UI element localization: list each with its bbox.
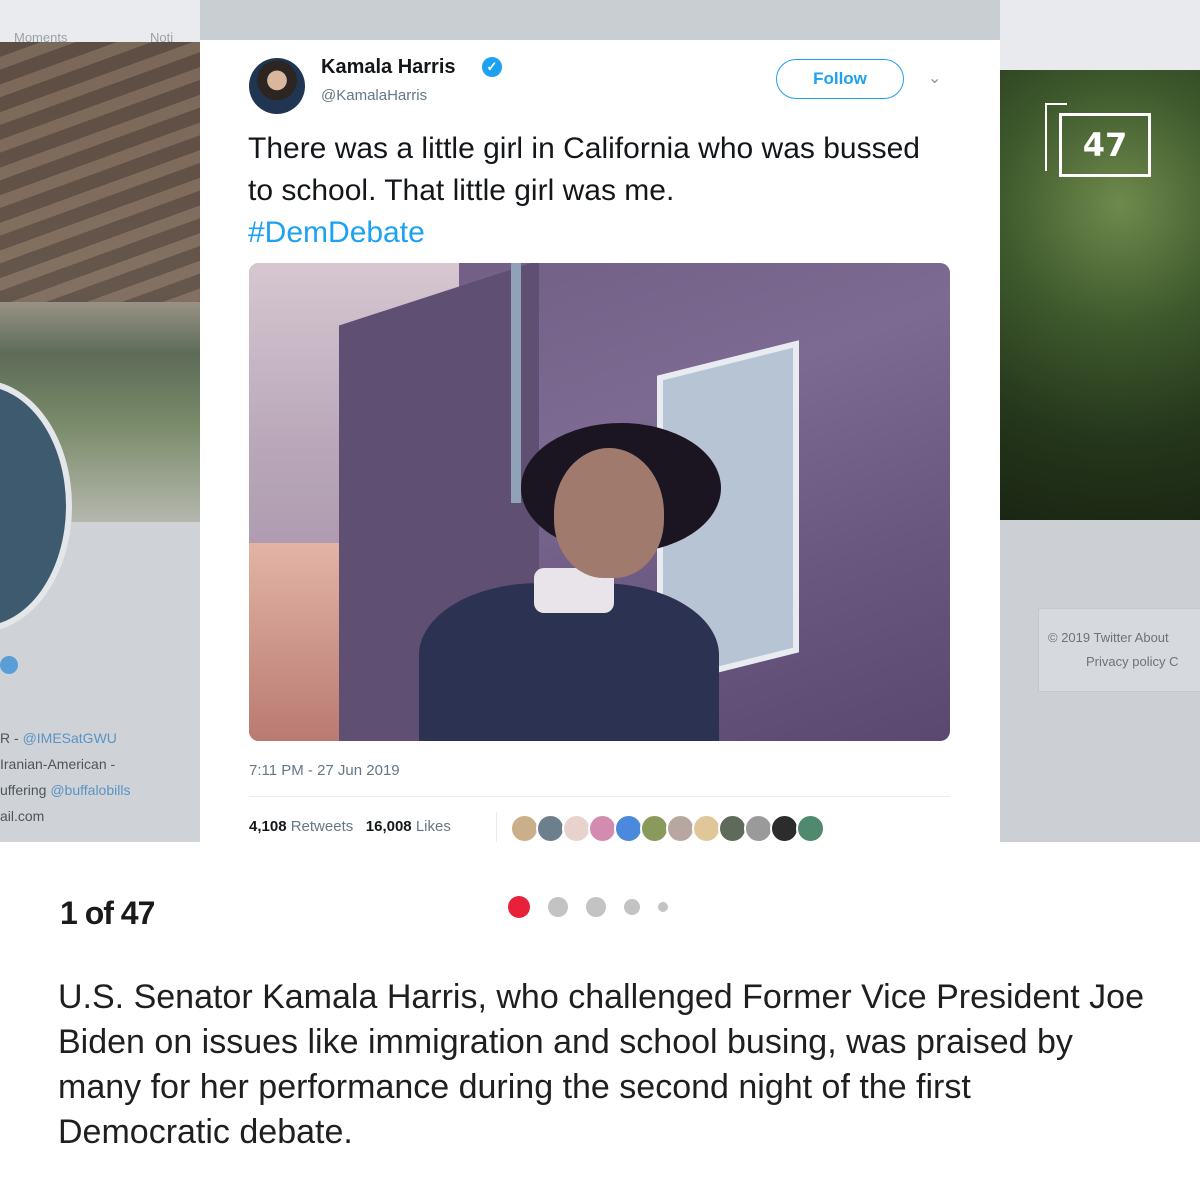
- background-left-profile: Moments Noti R - @IMESatGWU Iranian-Amer…: [0, 0, 200, 842]
- tweet-divider: [249, 796, 950, 797]
- background-footer-box: [1038, 608, 1200, 692]
- tweet-card: Kamala Harris ✓ @KamalaHarris Follow ⌄ T…: [200, 40, 1000, 842]
- follow-button[interactable]: Follow: [776, 59, 904, 99]
- liker-avatar[interactable]: [718, 814, 747, 842]
- retweets-count[interactable]: 4,108: [249, 818, 287, 835]
- carousel-dot[interactable]: [624, 899, 640, 915]
- tweet-timestamp[interactable]: 7:11 PM - 27 Jun 2019: [249, 762, 400, 779]
- footer-copyright: © 2019 Twitter About: [1048, 630, 1169, 645]
- liker-avatar[interactable]: [536, 814, 565, 842]
- likes-count[interactable]: 16,008: [366, 818, 412, 835]
- tweet-author-handle[interactable]: @KamalaHarris: [321, 87, 427, 104]
- photo-face: [554, 448, 664, 578]
- photo-pipe: [511, 263, 521, 503]
- gallery-image[interactable]: Moments Noti R - @IMESatGWU Iranian-Amer…: [0, 0, 1200, 842]
- liker-avatar[interactable]: [562, 814, 591, 842]
- liker-avatar[interactable]: [692, 814, 721, 842]
- stats-separator: [496, 812, 497, 842]
- liker-avatar[interactable]: [744, 814, 773, 842]
- liker-avatar[interactable]: [796, 814, 825, 842]
- footer-privacy: Privacy policy C: [1086, 654, 1179, 669]
- liker-avatar[interactable]: [588, 814, 617, 842]
- background-topbar-right: [1000, 0, 1200, 70]
- likes-label[interactable]: Likes: [416, 818, 451, 835]
- retweets-label[interactable]: Retweets: [291, 818, 354, 835]
- background-verified-icon: [0, 656, 18, 674]
- bio-line: uffering @buffalobills: [0, 782, 131, 798]
- chevron-down-icon[interactable]: ⌄: [928, 68, 941, 88]
- bio-line: ail.com: [0, 808, 45, 824]
- tweet-body: There was a little girl in California wh…: [248, 132, 920, 207]
- tweet-author-name[interactable]: Kamala Harris: [321, 56, 456, 79]
- background-topbar: Moments Noti: [0, 0, 200, 45]
- gallery-caption: U.S. Senator Kamala Harris, who challeng…: [58, 978, 1144, 1151]
- tweet-photo[interactable]: [249, 263, 950, 741]
- counter-badge-number: 47: [1082, 126, 1128, 164]
- liker-avatar[interactable]: [640, 814, 669, 842]
- tweet-hashtag[interactable]: #DemDebate: [248, 216, 425, 249]
- tweet-text: There was a little girl in California wh…: [248, 128, 948, 254]
- bio-line: Iranian-American -: [0, 756, 116, 772]
- liker-avatar[interactable]: [510, 814, 539, 842]
- carousel-dot-active[interactable]: [508, 896, 530, 918]
- photo-house: [249, 543, 349, 741]
- tweet-author-avatar[interactable]: [249, 58, 305, 114]
- bio-line: R - @IMESatGWU: [0, 730, 117, 746]
- liker-avatar[interactable]: [614, 814, 643, 842]
- tweet-stats: 4,108 Retweets 16,008 Likes: [249, 818, 451, 835]
- carousel-dot[interactable]: [586, 897, 606, 917]
- background-roof-photo: [0, 42, 200, 302]
- liker-avatar[interactable]: [666, 814, 695, 842]
- gallery-position: 1 of 47: [60, 895, 155, 931]
- verified-badge-icon: ✓: [482, 57, 502, 77]
- carousel-dot[interactable]: [658, 902, 668, 912]
- liker-avatar[interactable]: [770, 814, 799, 842]
- carousel-dot[interactable]: [548, 897, 568, 917]
